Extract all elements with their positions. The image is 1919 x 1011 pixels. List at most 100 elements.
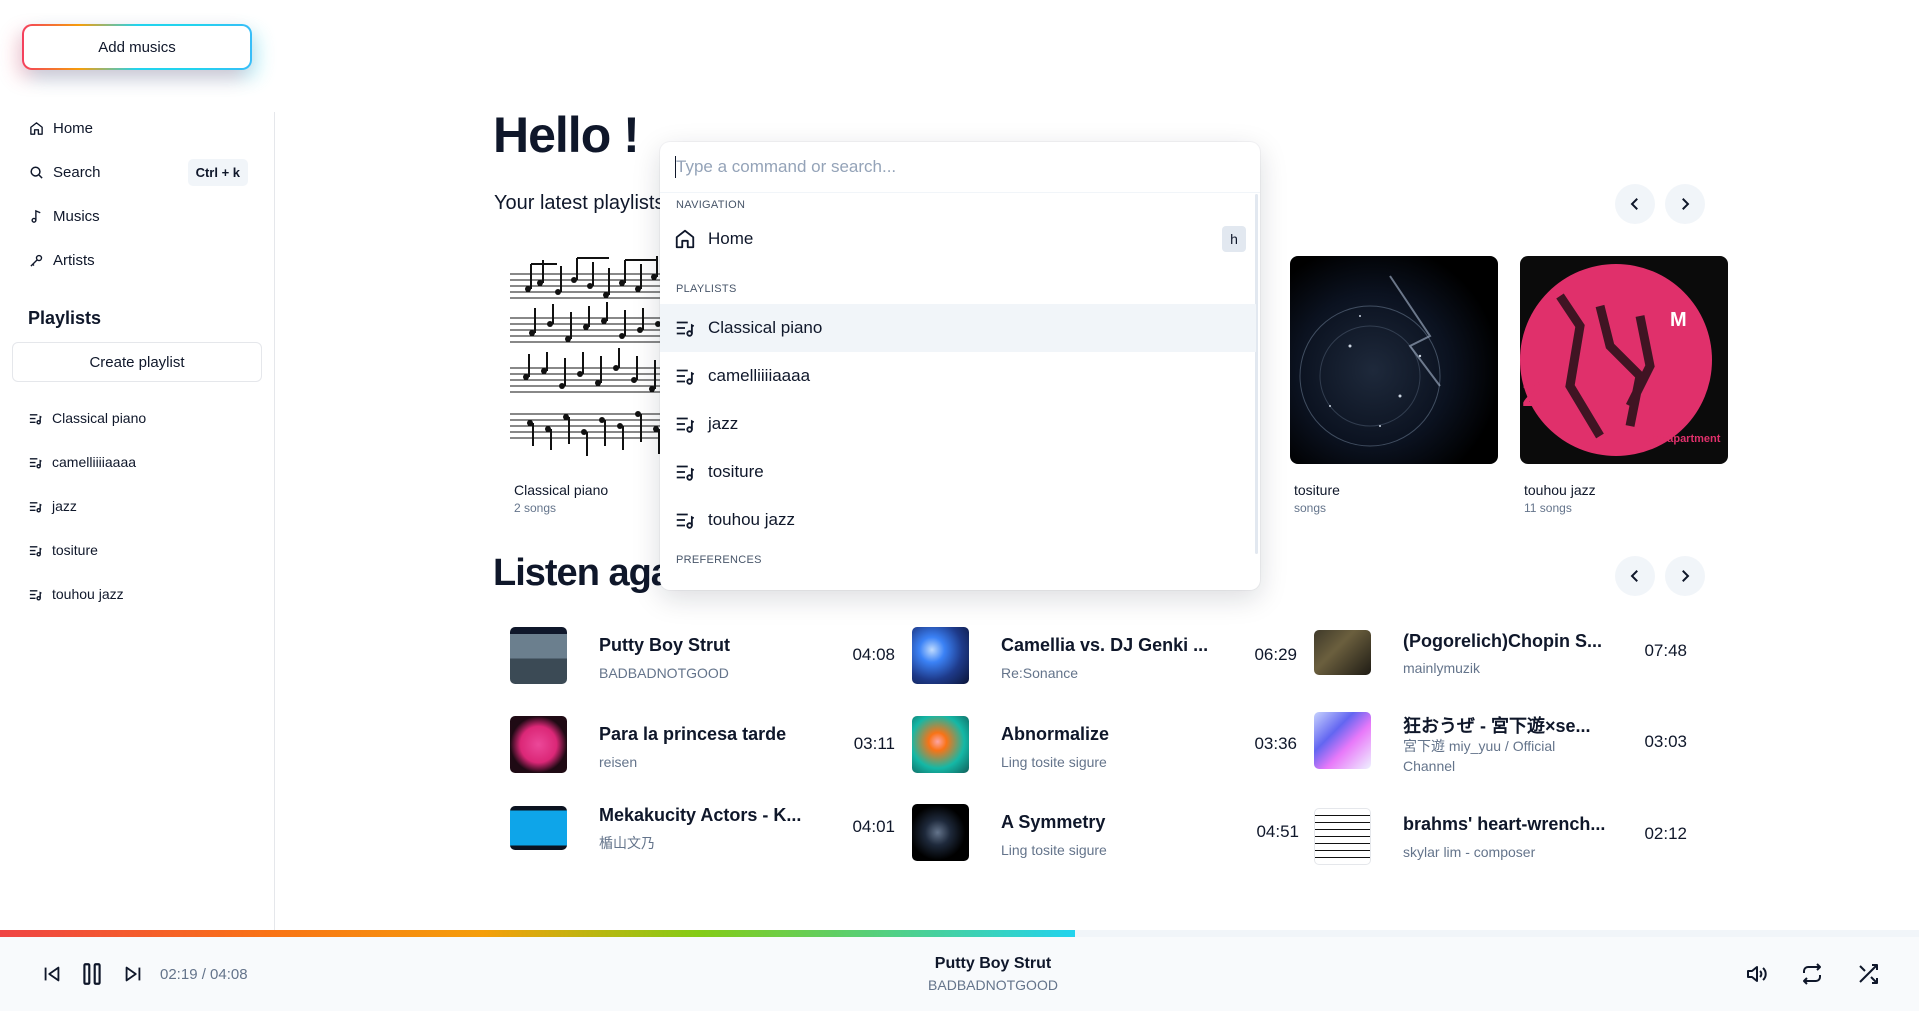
command-item-playlist[interactable]: tositure: [660, 448, 1256, 496]
chevron-right-icon: [1682, 570, 1690, 582]
sidebar-playlist-item[interactable]: jazz: [28, 484, 248, 528]
command-item-playlist[interactable]: Classical piano: [660, 304, 1256, 352]
playlist-icon: [29, 413, 42, 424]
volume-icon: [1747, 966, 1767, 982]
song-thumbnail: [510, 627, 567, 684]
playlist-icon: [29, 545, 42, 556]
song-thumbnail: [510, 716, 567, 773]
command-item-playlist[interactable]: touhou jazz: [660, 496, 1256, 544]
song-item[interactable]: 狂おうぜ - 宮下遊×se... 宮下遊 miy_yuu / Official …: [1314, 712, 1687, 774]
playlist-name: camelliiiiaaaa: [52, 454, 137, 470]
song-duration: 06:29: [1254, 645, 1297, 664]
repeat-button[interactable]: [1797, 959, 1827, 989]
carousel-next-button[interactable]: [1665, 556, 1705, 596]
song-item[interactable]: brahms' heart-wrench... skylar lim - com…: [1314, 808, 1687, 868]
command-item-label: tositure: [708, 462, 764, 481]
command-item-label: Classical piano: [708, 318, 823, 337]
song-title: 狂おうぜ - 宮下遊×se...: [1403, 716, 1591, 736]
command-palette: NAVIGATION Home h PLAYLISTS Classical pi…: [660, 142, 1260, 590]
command-item-label: Home: [708, 229, 754, 248]
song-item[interactable]: Camellia vs. DJ Genki ... Re:Sonance 06:…: [912, 627, 1297, 687]
command-item-home[interactable]: Home h: [660, 215, 1256, 263]
sidebar-playlist-list: Classical piano camelliiiiaaaa jazz tosi…: [28, 396, 248, 616]
create-playlist-button[interactable]: Create playlist: [12, 342, 262, 382]
carousel-next-button[interactable]: [1665, 184, 1705, 224]
svg-text:2: 2: [1522, 373, 1542, 414]
song-duration: 03:36: [1254, 734, 1297, 753]
command-search-input[interactable]: [676, 152, 1236, 182]
nav-search-label: Search: [53, 163, 101, 181]
song-artist: Re:Sonance: [1001, 665, 1079, 681]
playlist-icon: [29, 501, 42, 512]
shuffle-button[interactable]: [1853, 959, 1883, 989]
playlist-icon: [674, 509, 696, 531]
add-musics-button[interactable]: Add musics: [24, 26, 250, 68]
song-title: A Symmetry: [1001, 812, 1106, 832]
repeat-icon: [1803, 963, 1821, 985]
carousel-prev-button[interactable]: [1615, 184, 1655, 224]
song-item[interactable]: (Pogorelich)Chopin S... mainlymuzik 07:4…: [1314, 627, 1687, 687]
home-shortcut-key: h: [1222, 226, 1246, 252]
playlist-name: touhou jazz: [52, 586, 124, 602]
song-item[interactable]: A Symmetry Ling tosite sigure 04:51: [912, 804, 1299, 864]
palette-divider: [660, 192, 1260, 193]
search-icon: [28, 164, 44, 180]
sidebar: Add musics Home Search Ctrl + k Musics A…: [0, 0, 275, 930]
playlist-icon: [674, 365, 696, 387]
song-duration: 04:08: [852, 645, 895, 664]
greeting-heading: Hello !: [493, 107, 640, 163]
sidebar-playlist-item[interactable]: tositure: [28, 528, 248, 572]
chevron-right-icon: [1682, 198, 1690, 210]
song-artist: skylar lim - composer: [1403, 844, 1536, 860]
playlist-card[interactable]: M 2 girlsapartment touhou jazz 11 songs: [1520, 256, 1728, 515]
nav-home[interactable]: Home: [28, 106, 248, 150]
song-item[interactable]: Putty Boy Strut BADBADNOTGOOD 04:08: [510, 627, 895, 687]
latest-carousel-controls: [1615, 184, 1705, 224]
playlist-cover: [1290, 256, 1498, 464]
carousel-prev-button[interactable]: [1615, 556, 1655, 596]
song-item[interactable]: Mekakucity Actors - K... 楯山文乃 04:01: [510, 805, 895, 865]
playlist-name: Classical piano: [52, 410, 147, 426]
nav-artists-label: Artists: [53, 251, 95, 269]
playlist-card-name: touhou jazz: [1524, 482, 1596, 498]
nav-search[interactable]: Search Ctrl + k: [28, 150, 248, 194]
playlist-cover: [510, 256, 670, 464]
shuffle-icon: [1859, 964, 1878, 984]
volume-button[interactable]: [1741, 959, 1771, 989]
nav-home-label: Home: [53, 119, 94, 137]
song-item[interactable]: Abnormalize Ling tosite sigure 03:36: [912, 716, 1297, 776]
song-title: Para la princesa tarde: [599, 724, 787, 744]
song-item[interactable]: Para la princesa tarde reisen 03:11: [510, 716, 895, 776]
group-label-preferences: PREFERENCES: [676, 554, 762, 566]
nav-artists[interactable]: Artists: [28, 238, 248, 282]
sidebar-playlist-item[interactable]: Classical piano: [28, 396, 248, 440]
sidebar-playlist-item[interactable]: camelliiiiaaaa: [28, 440, 248, 484]
command-item-playlist[interactable]: camelliiiiaaaa: [660, 352, 1256, 400]
text-caret: [675, 156, 676, 178]
command-item-playlist[interactable]: jazz: [660, 400, 1256, 448]
playlist-card-count: 2 songs: [514, 501, 557, 515]
playlist-icon: [674, 461, 696, 483]
command-item-label: jazz: [708, 414, 739, 433]
playlist-cover: M 2 girlsapartment: [1520, 256, 1728, 464]
playback-progress-bar[interactable]: [0, 930, 1919, 937]
now-playing-title: Putty Boy Strut: [934, 955, 1052, 972]
home-icon: [674, 228, 696, 250]
main-nav: Home Search Ctrl + k Musics Artists: [28, 106, 248, 282]
playlist-icon: [674, 317, 696, 339]
nav-musics[interactable]: Musics: [28, 194, 248, 238]
song-duration: 03:03: [1644, 732, 1687, 751]
playback-progress-fill: [0, 930, 1075, 937]
playlist-card[interactable]: tositure songs: [1290, 256, 1498, 515]
song-artist: mainlymuzik: [1403, 660, 1481, 676]
player-bar: 02:19 / 04:08 Putty Boy Strut BADBADNOTG…: [0, 937, 1919, 1011]
song-title: Mekakucity Actors - K...: [599, 805, 802, 825]
song-thumbnail: [912, 716, 969, 773]
chevron-left-icon: [1630, 198, 1638, 210]
playlist-card-count: 11 songs: [1524, 501, 1572, 515]
song-artist: Ling tosite sigure: [1001, 754, 1107, 770]
sidebar-playlist-item[interactable]: touhou jazz: [28, 572, 248, 616]
playlist-name: tositure: [52, 542, 98, 558]
svg-text:girlsapartment: girlsapartment: [1644, 433, 1721, 445]
group-label-navigation: NAVIGATION: [676, 199, 746, 211]
